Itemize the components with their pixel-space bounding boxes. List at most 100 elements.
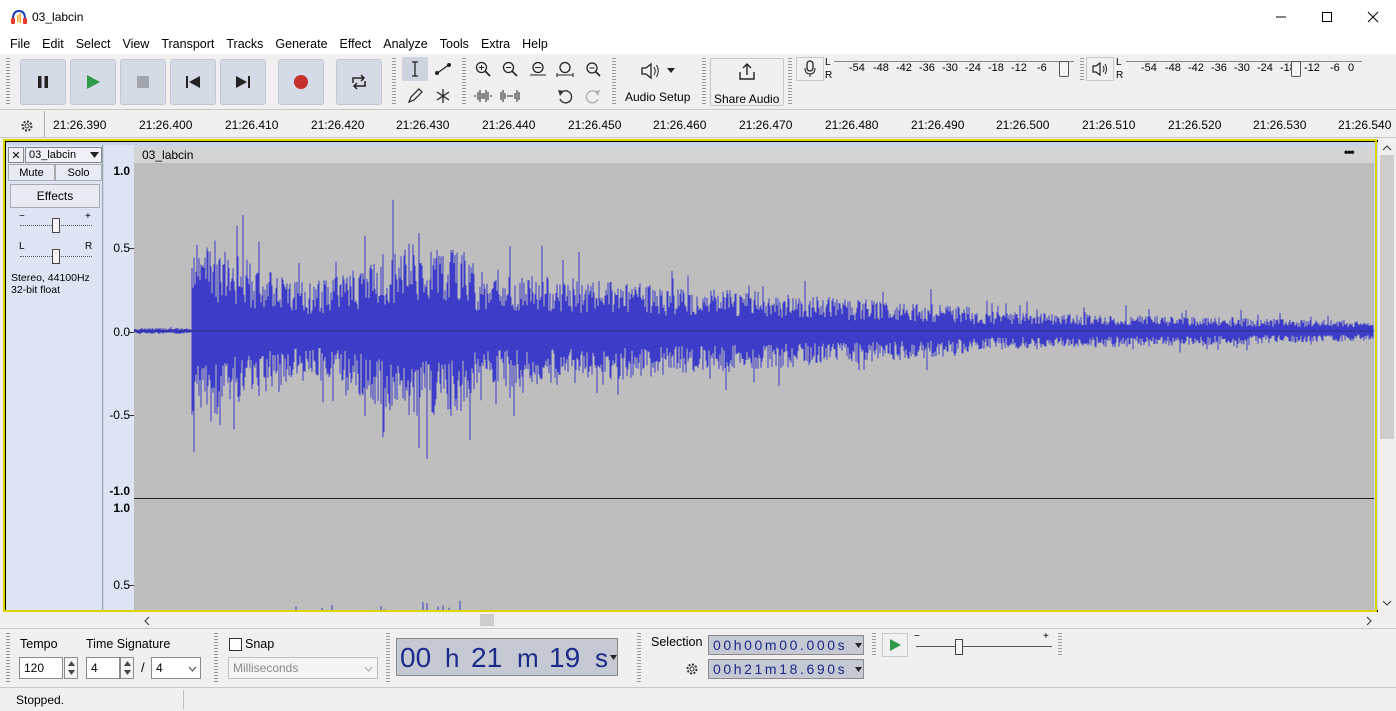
playback-meter[interactable]: -54 -48 -42 -36 -30 -24 -18 -12 -6 0 — [1126, 58, 1366, 80]
zoom-out-button[interactable] — [497, 57, 523, 81]
skip-to-end-button[interactable] — [220, 59, 266, 105]
menu-analyze[interactable]: Analyze — [377, 37, 433, 51]
pause-button[interactable] — [20, 59, 66, 105]
record-meter-button[interactable] — [796, 57, 824, 81]
maximize-button[interactable] — [1304, 0, 1350, 34]
scroll-down-icon[interactable] — [1382, 600, 1392, 606]
vertical-scroll-thumb[interactable] — [1380, 155, 1394, 439]
toolbar-grip[interactable] — [637, 633, 641, 683]
zoom-selection-icon — [530, 61, 546, 76]
menu-transport[interactable]: Transport — [155, 37, 220, 51]
vertical-ruler[interactable]: 1.0 0.5 0.0 -0.5 -1.0 1.0 0.5 — [104, 145, 134, 612]
clip-menu-button[interactable]: ••• — [1344, 145, 1355, 159]
multi-tool[interactable] — [430, 84, 456, 108]
menu-select[interactable]: Select — [70, 37, 117, 51]
waveform-area[interactable] — [134, 163, 1374, 612]
close-button[interactable] — [1350, 0, 1396, 34]
menu-help[interactable]: Help — [516, 37, 554, 51]
toolbar-grip[interactable] — [1080, 58, 1084, 80]
audio-setup-button[interactable]: Audio Setup — [620, 58, 696, 106]
pencil-icon — [407, 88, 423, 104]
play-level-slider[interactable] — [1291, 61, 1301, 77]
tempo-spinner[interactable] — [64, 657, 78, 679]
track-close-button[interactable]: ✕ — [8, 147, 24, 163]
draw-tool[interactable] — [402, 84, 428, 108]
playback-meter-button[interactable] — [1086, 57, 1114, 81]
menu-tracks[interactable]: Tracks — [220, 37, 269, 51]
play-at-speed-button[interactable] — [882, 633, 908, 657]
loop-button[interactable] — [336, 59, 382, 105]
menu-tools[interactable]: Tools — [434, 37, 475, 51]
selection-options-button[interactable] — [682, 659, 702, 679]
toolbar-grip[interactable] — [788, 58, 792, 106]
toolbar-grip[interactable] — [612, 58, 616, 106]
vertical-scrollbar[interactable] — [1378, 141, 1396, 612]
trim-audio-button[interactable] — [470, 84, 496, 108]
selection-tool[interactable] — [402, 57, 428, 81]
rec-level-slider[interactable] — [1059, 61, 1069, 77]
timeline-ruler[interactable]: 21:26.390 21:26.400 21:26.410 21:26.420 … — [0, 111, 1396, 138]
silence-audio-button[interactable] — [497, 84, 523, 108]
ts-numerator-spinner[interactable] — [120, 657, 134, 679]
horizontal-scroll-thumb[interactable] — [480, 614, 494, 626]
selection-end-field[interactable]: 00h21m18.690s — [708, 659, 864, 679]
record-button[interactable] — [278, 59, 324, 105]
zoom-in-button[interactable] — [470, 57, 496, 81]
play-button[interactable] — [70, 59, 116, 105]
minimize-button[interactable] — [1258, 0, 1304, 34]
envelope-tool[interactable] — [430, 57, 456, 81]
toolbar-grip[interactable] — [872, 633, 876, 657]
ruler-label: -0.5 — [109, 408, 130, 422]
toolbar-grip[interactable] — [386, 633, 390, 683]
zoom-toggle-button[interactable] — [580, 57, 606, 81]
loop-icon — [352, 74, 366, 90]
toolbar-grip[interactable] — [702, 58, 706, 106]
fit-project-button[interactable] — [552, 57, 578, 81]
toolbar-grip[interactable] — [392, 58, 396, 106]
toolbar-grip[interactable] — [6, 58, 10, 106]
gain-slider-thumb[interactable] — [52, 218, 60, 233]
menu-view[interactable]: View — [116, 37, 155, 51]
scroll-right-icon[interactable] — [1366, 616, 1372, 626]
timeline-options-button[interactable] — [16, 116, 38, 136]
toolbar-grip[interactable] — [214, 633, 218, 683]
snap-unit-select[interactable]: Milliseconds — [228, 657, 378, 679]
stop-button[interactable] — [120, 59, 166, 105]
menu-generate[interactable]: Generate — [269, 37, 333, 51]
menu-extra[interactable]: Extra — [475, 37, 516, 51]
redo-button[interactable] — [580, 84, 606, 108]
share-audio-button[interactable]: Share Audio — [710, 58, 784, 106]
tempo-input[interactable]: 120 — [19, 657, 63, 679]
pan-slider-thumb[interactable] — [52, 249, 60, 264]
scroll-up-icon[interactable] — [1382, 145, 1392, 151]
snap-checkbox[interactable] — [229, 638, 242, 651]
track-name-menu[interactable]: 03_labcin — [25, 147, 102, 163]
trim-icon — [474, 90, 492, 102]
solo-button[interactable]: Solo — [55, 164, 102, 181]
menu-file[interactable]: File — [4, 37, 36, 51]
playback-speed-track[interactable] — [916, 646, 1052, 648]
effects-button[interactable]: Effects — [10, 184, 100, 208]
toolbar: Audio Setup Share Audio L R -54 -48 -42 … — [0, 54, 1396, 110]
toolbar-grip[interactable] — [462, 58, 466, 106]
menu-edit[interactable]: Edit — [36, 37, 70, 51]
dropdown-arrow-icon[interactable] — [610, 655, 617, 660]
horizontal-scrollbar[interactable] — [134, 612, 1378, 628]
track-control-panel: ✕ 03_labcin Mute Solo Effects − + L R St… — [6, 145, 103, 612]
skip-to-start-button[interactable] — [170, 59, 216, 105]
toolbar-grip[interactable] — [6, 633, 10, 683]
fit-selection-button[interactable] — [525, 57, 551, 81]
toolbar-grip[interactable] — [1058, 633, 1062, 657]
mute-button[interactable]: Mute — [8, 164, 55, 181]
recording-meter[interactable]: -54 -48 -42 -36 -30 -24 -18 -12 -6 — [834, 58, 1074, 80]
playback-speed-thumb[interactable] — [955, 639, 963, 655]
menu-effect[interactable]: Effect — [334, 37, 378, 51]
undo-button[interactable] — [552, 84, 578, 108]
selection-start-field[interactable]: 00h00m00.000s — [708, 635, 864, 655]
scroll-left-icon[interactable] — [144, 616, 150, 626]
clip-header[interactable]: 03_labcin ••• — [134, 145, 1374, 163]
audio-position-display[interactable]: 00 h 21 m 19 s — [396, 638, 618, 676]
ts-denominator-select[interactable]: 4 — [151, 657, 201, 679]
ts-numerator-input[interactable]: 4 — [86, 657, 120, 679]
time-seconds: 19 — [549, 642, 581, 673]
